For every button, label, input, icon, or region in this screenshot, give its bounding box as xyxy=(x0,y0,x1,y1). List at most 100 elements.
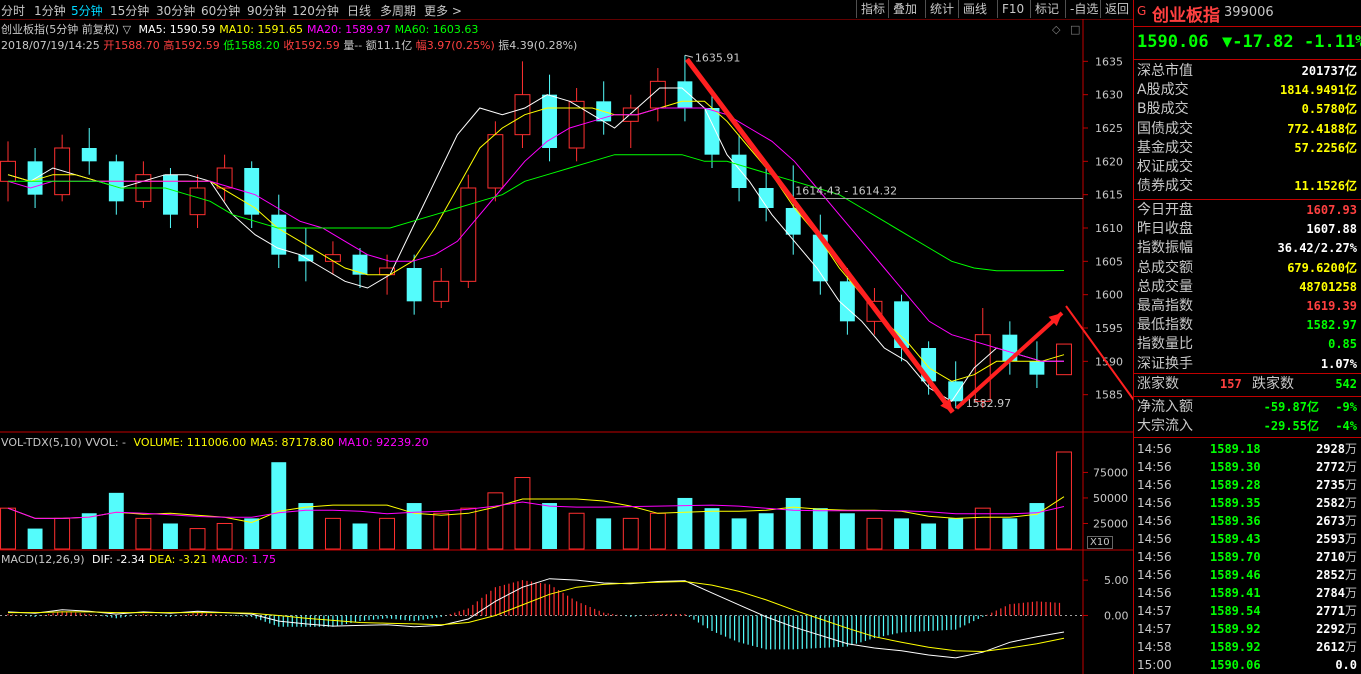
quote-row: 最高指数 1619.39 xyxy=(1134,297,1359,316)
tick-row: 14:56 1589.18 2928万 xyxy=(1134,440,1359,458)
tick-price: 1589.46 xyxy=(1210,568,1261,582)
quote-row: 深证换手 1.07% xyxy=(1134,355,1359,374)
bar-close: 1592.59 xyxy=(294,39,340,52)
quote-row: 总成交量 48701258 xyxy=(1134,278,1359,297)
quote-value: 0.85 xyxy=(1328,337,1357,352)
flow-label: 净流入额 xyxy=(1137,399,1193,415)
vvol-label: VVOL: - xyxy=(85,436,127,449)
quote-value: 1814.9491亿 xyxy=(1279,83,1357,98)
bar-change: 3.97(0.25%) xyxy=(426,39,495,52)
tick-volume-value: 2735 xyxy=(1316,478,1345,492)
candle-body xyxy=(1056,343,1072,376)
tick-volume-value: 0.0 xyxy=(1335,658,1357,672)
period-tab[interactable]: 120分钟 xyxy=(292,2,339,19)
volume-bar xyxy=(649,512,666,550)
tick-volume-value: 2852 xyxy=(1316,568,1345,582)
quote-value: 0.5780亿 xyxy=(1301,102,1357,117)
toolbar-button[interactable]: -自选 xyxy=(1065,0,1102,18)
tick-price: 1589.70 xyxy=(1210,550,1261,564)
y-tick-label: 1610 xyxy=(1095,222,1123,235)
candle-body xyxy=(163,174,178,215)
tick-time: 14:57 xyxy=(1137,622,1172,636)
quote-row: 权证成交 xyxy=(1134,158,1359,177)
candle-body xyxy=(54,147,71,196)
index-name: 创业板指 xyxy=(1152,6,1220,26)
trend-arrow[interactable] xyxy=(684,57,955,414)
toolbar-button[interactable]: 统计 xyxy=(925,0,958,18)
quote-row: 指数量比 0.85 xyxy=(1134,335,1359,354)
y-tick-label: 1615 xyxy=(1095,189,1123,202)
quote-value: 36.42/2.27% xyxy=(1277,241,1357,256)
period-tab[interactable]: 60分钟 xyxy=(201,2,240,19)
quote-value: 57.2256亿 xyxy=(1294,140,1357,155)
volume-ma-line xyxy=(7,501,1065,519)
quote-value: 11.1526亿 xyxy=(1294,179,1357,194)
toolbar-button[interactable]: 叠加 xyxy=(888,0,921,18)
volume-bar xyxy=(81,513,97,549)
diamond-icon[interactable]: ◇ xyxy=(1052,23,1061,36)
bar-open: 1588.70 xyxy=(114,39,160,52)
quote-row: A股成交 1814.9491亿 xyxy=(1134,81,1359,100)
y-tick-label: 1600 xyxy=(1095,289,1123,302)
bar-high: 1592.59 xyxy=(174,39,220,52)
y-tick-label: 1620 xyxy=(1095,155,1123,168)
chart-area[interactable]: 1635163016251620161516101605160015951590… xyxy=(0,0,1133,674)
bar-info-line: 2018/07/19/14:25 开1588.70 高1592.59 低1588… xyxy=(1,39,578,52)
volume-bar xyxy=(948,518,964,549)
candle-body xyxy=(216,167,233,189)
period-tab[interactable]: 15分钟 xyxy=(110,2,149,19)
period-tab[interactable]: 5分钟 xyxy=(71,2,103,19)
toolbar-button[interactable]: F10 xyxy=(997,0,1028,18)
tick-time: 14:56 xyxy=(1137,550,1172,564)
tick-row: 14:56 1589.35 2582万 xyxy=(1134,494,1359,512)
bar-datetime: 2018/07/19/14:25 xyxy=(1,39,100,52)
volume-bar xyxy=(568,512,585,550)
tick-time: 14:58 xyxy=(1137,640,1172,654)
quote-row: 基金成交 57.2256亿 xyxy=(1134,139,1359,158)
period-tab[interactable]: 多周期 xyxy=(380,2,416,19)
volume-bar xyxy=(108,492,124,549)
volume-tick-label: 25000 xyxy=(1093,517,1128,530)
legend-entry: MA10: 92239.20 xyxy=(337,436,429,449)
high-marker xyxy=(684,54,694,58)
toolbar-button[interactable]: 画线 xyxy=(958,0,991,18)
legend-entry: MA5: 1590.59 xyxy=(138,23,216,36)
tick-row: 14:56 1589.28 2735万 xyxy=(1134,476,1359,494)
tick-row: 14:58 1589.92 2612万 xyxy=(1134,638,1359,656)
volume-bar xyxy=(731,518,747,549)
price-change-pct: -1.11% xyxy=(1304,32,1361,52)
flow-value: -59.87亿 xyxy=(1263,400,1319,414)
tick-row: 14:56 1589.43 2593万 xyxy=(1134,530,1359,548)
candle-body xyxy=(189,187,206,216)
period-tab[interactable]: 更多 > xyxy=(424,2,462,19)
period-tab[interactable]: 90分钟 xyxy=(247,2,286,19)
legend-entry: MA60: 1603.63 xyxy=(394,23,479,36)
period-tab[interactable]: 分时 xyxy=(1,2,25,19)
quote-label: 深总市值 xyxy=(1137,63,1193,79)
tick-row: 14:56 1589.41 2784万 xyxy=(1134,584,1359,602)
square-icon[interactable]: □ xyxy=(1070,23,1080,36)
toolbar-button[interactable]: 标记 xyxy=(1030,0,1063,18)
period-tab[interactable]: 30分钟 xyxy=(156,2,195,19)
quote-row: 深总市值 201737亿 xyxy=(1134,62,1359,81)
quote-label: 指数振幅 xyxy=(1137,240,1193,257)
tick-volume-unit: 万 xyxy=(1344,478,1357,492)
divider xyxy=(1134,437,1361,438)
crosshair-label: 1614.43 - 1614.32 xyxy=(795,184,897,197)
tick-price: 1589.30 xyxy=(1210,460,1261,474)
toolbar-button[interactable]: 返回 xyxy=(1100,0,1133,18)
volume-unit: X10 xyxy=(1087,536,1113,549)
tick-row: 14:56 1589.36 2673万 xyxy=(1134,512,1359,530)
dropdown-icon[interactable]: ▽ xyxy=(123,23,131,36)
quote-row: 总成交额 679.6200亿 xyxy=(1134,259,1359,278)
low-annotation: 1582.97 xyxy=(966,397,1012,410)
tick-time: 14:56 xyxy=(1137,532,1172,546)
period-tab[interactable]: 日线 xyxy=(347,2,371,19)
period-tab[interactable]: 1分钟 xyxy=(34,2,66,19)
tick-row: 14:57 1589.54 2771万 xyxy=(1134,602,1359,620)
flow-row: 大宗流入 -29.55亿 -4% xyxy=(1134,417,1359,436)
quote-panel: G 创业板指 399006 1590.06 ▼-17.82 -1.11% 深总市… xyxy=(1133,0,1361,674)
toolbar-button[interactable]: 指标 xyxy=(856,0,889,18)
tick-price: 1589.18 xyxy=(1210,442,1261,456)
tick-volume: 2710万 xyxy=(1316,548,1357,566)
